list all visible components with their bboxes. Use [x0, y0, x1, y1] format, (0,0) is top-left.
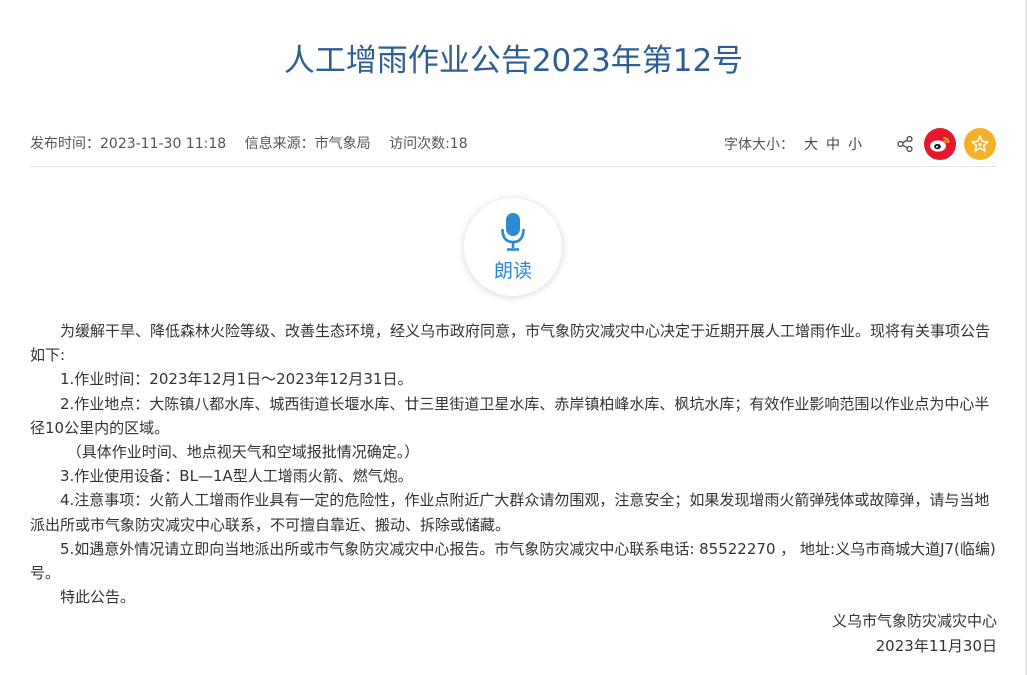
- article-body: 为缓解干旱、降低森林火险等级、改善生态环境，经义乌市政府同意，市气象防灾减灾中心…: [30, 319, 997, 658]
- font-size-small-button[interactable]: 小: [848, 134, 862, 154]
- star-icon[interactable]: [964, 128, 996, 160]
- article-title: 人工增雨作业公告2023年第12号: [283, 43, 744, 79]
- article-tools: 字体大小： 大 中 小: [724, 127, 996, 161]
- intro-paragraph: 为缓解干旱、降低森林火险等级、改善生态环境，经义乌市政府同意，市气象防灾减灾中心…: [30, 322, 991, 365]
- font-size-label: 字体大小：: [724, 137, 794, 153]
- microphone-icon: [501, 213, 525, 251]
- item-contact: 5.如遇意外情况请立即向当地派出所或市气象防灾减灾中心报告。市气象防灾减灾中心联…: [30, 539, 996, 583]
- item-time: 1.作业时间：2023年12月1日～2023年12月31日。: [60, 370, 413, 389]
- publish-time: 发布时间：2023-11-30 11:18: [30, 136, 227, 152]
- article-meta: 发布时间：2023-11-30 11:18 信息来源：市气象局 访问次数:18: [30, 134, 482, 154]
- item-precautions: 4.注意事项：火箭人工增雨作业具有一定的危险性，作业点附近广大群众请勿围观，注意…: [30, 491, 990, 534]
- signature-date: 2023年11月30日: [875, 636, 997, 655]
- visit-count: 访问次数:18: [389, 136, 468, 152]
- closing-paragraph: 特此公告。: [60, 588, 136, 607]
- read-aloud-label: 朗读: [493, 260, 532, 282]
- share-icon[interactable]: [896, 135, 914, 153]
- read-aloud-button[interactable]: 朗读: [464, 198, 562, 296]
- page: 人工增雨作业公告2023年第12号 发布时间：2023-11-30 11:18 …: [0, 0, 1027, 675]
- signature: 义乌市气象防灾减灾中心: [831, 612, 997, 631]
- item-location: 2.作业地点：大陈镇八都水库、城西街道长堰水库、廿三里街道卫星水库、赤岸镇柏峰水…: [30, 394, 990, 437]
- weibo-share-icon[interactable]: [924, 128, 956, 160]
- font-size-medium-button[interactable]: 中: [826, 134, 840, 154]
- article-meta-bar: 发布时间：2023-11-30 11:18 信息来源：市气象局 访问次数:18 …: [30, 124, 996, 167]
- font-size-large-button[interactable]: 大: [804, 134, 818, 154]
- info-source: 信息来源：市气象局: [244, 136, 371, 152]
- item-equipment: 3.作业使用设备：BL—1A型人工增雨火箭、燃气炮。: [60, 467, 413, 486]
- location-note: （具体作业时间、地点视天气和空域报批情况确定。）: [66, 443, 420, 462]
